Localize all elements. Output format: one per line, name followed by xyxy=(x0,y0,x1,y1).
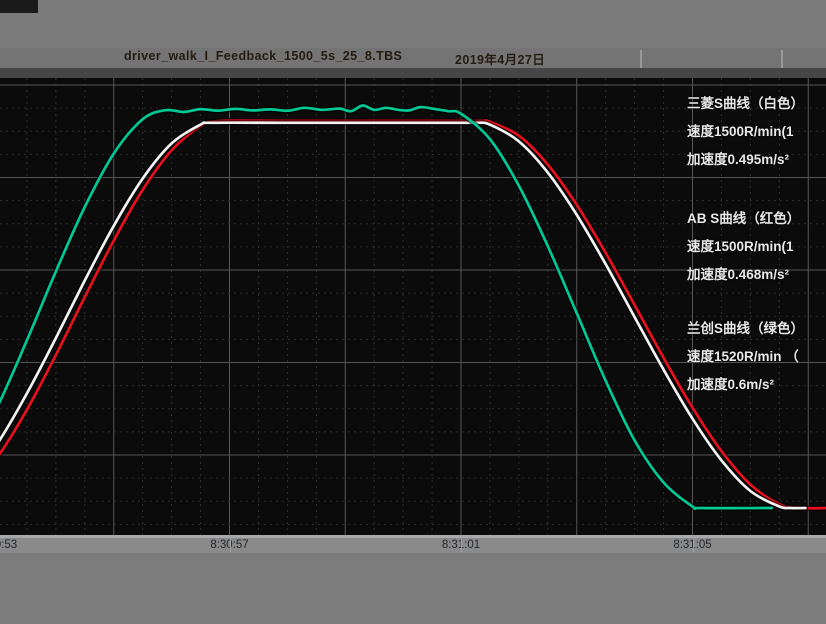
x-tick-mark xyxy=(461,535,462,552)
legend-speed: 速度1520R/min （ xyxy=(687,343,826,371)
legend-accel: 加速度0.495m/s² xyxy=(687,146,826,174)
x-tick-mark xyxy=(693,535,694,552)
legend-accel: 加速度0.6m/s² xyxy=(687,371,826,399)
curve-Lanchuang S-curve (green) xyxy=(0,105,772,508)
curve-halo xyxy=(0,105,772,508)
tbs-curve-viewer: { "window": { "title": "driver_walk_I_Fe… xyxy=(0,0,826,624)
legend-speed: 速度1500R/min(1 xyxy=(687,118,826,146)
x-axis-band: 8:30:538:30:578:31:018:31:05 xyxy=(0,538,826,553)
legend-accel: 加速度0.468m/s² xyxy=(687,261,826,289)
legend-title: 三菱S曲线（白色） xyxy=(687,90,826,118)
legend-title: 兰创S曲线（绿色） xyxy=(687,315,826,343)
x-tick-label: 8:30:53 xyxy=(0,539,17,551)
legend-speed: 速度1500R/min(1 xyxy=(687,233,826,261)
legend-block-green: 兰创S曲线（绿色） 速度1520R/min （ 加速度0.6m/s² xyxy=(687,315,826,399)
legend-title: AB S曲线（红色） xyxy=(687,205,826,233)
legend-block-white: 三菱S曲线（白色） 速度1500R/min(1 加速度0.495m/s² xyxy=(687,90,826,174)
x-tick-mark xyxy=(230,535,231,552)
bottom-margin xyxy=(0,553,826,624)
legend-block-red: AB S曲线（红色） 速度1500R/min(1 加速度0.468m/s² xyxy=(687,205,826,289)
